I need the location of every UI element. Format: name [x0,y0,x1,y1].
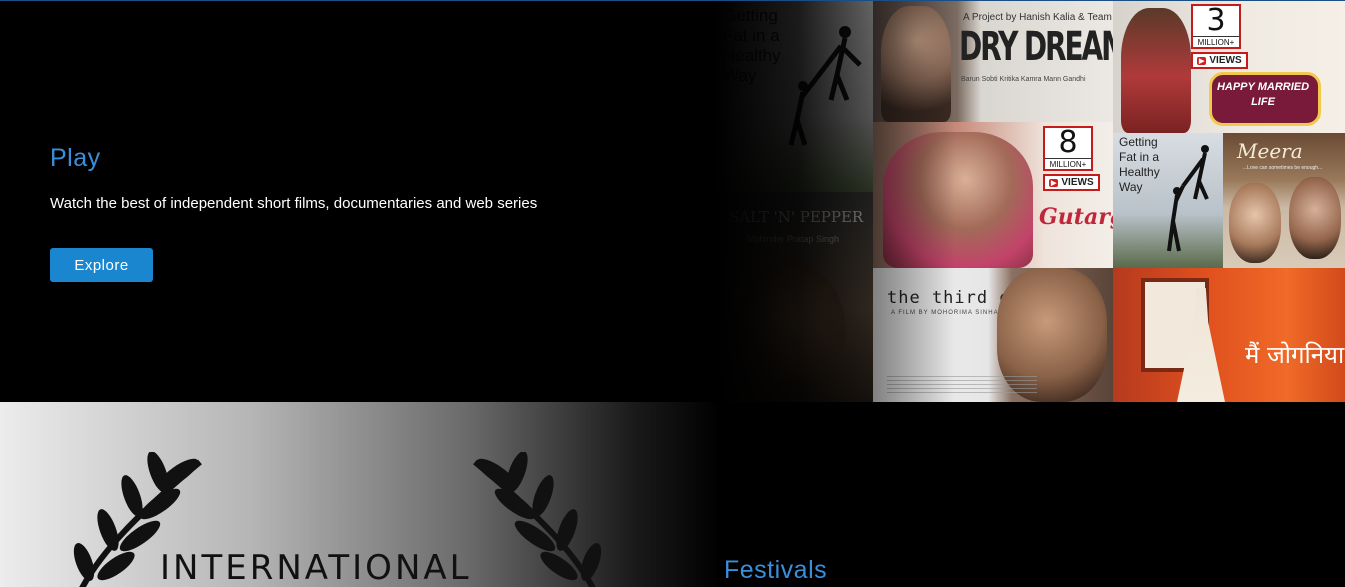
views-badge: 8 MILLION+ [1043,126,1093,171]
views-label: VIEWS [1209,55,1242,66]
poster-meera-tagline: ...Love can sometimes be enough... [1243,165,1323,171]
poster-getting-fat-small[interactable]: Getting Fat in a Healthy Way [1113,133,1223,268]
poster-getting-fat-large-title: Getting Fat in a Healthy Way [723,6,781,85]
poster-salt-n-pepper[interactable]: SALT 'N' PEPPER Mohinder Pratap Singh [715,192,873,402]
poster-the-third-eye-credit: A FILM BY MOHORIMA SINHA [891,310,999,316]
laurel-right-icon [473,452,602,587]
poster-meera-title: Meera [1237,139,1303,163]
play-section: Play Watch the best of independent short… [0,0,1345,402]
youtube-icon: ▶ [1197,57,1207,65]
poster-small-credits [887,376,1037,394]
actor-face [1289,177,1341,259]
poster-jogniya[interactable]: मैं जोगनिया [1113,268,1345,402]
explore-button[interactable]: Explore [50,248,153,282]
youtube-icon: ▶ [1049,179,1059,187]
play-title: Play [50,144,101,172]
views-label-row: ▶ VIEWS [1191,52,1248,69]
poster-happy-married-life[interactable]: 3 MILLION+ ▶ VIEWS HAPPY MARRIED LIFE [1113,0,1345,133]
face-shape [735,262,845,392]
poster-dry-dreams-cast: Barun Sobti Kritika Kamra Mann Gandhi [961,76,1086,83]
festivals-title: Festivals [724,556,828,584]
poster-getting-fat-small-title: Getting Fat in a Healthy Way [1119,135,1160,194]
figure-silhouette-icon [788,26,862,146]
poster-happy-married-life-title: HAPPY MARRIED LIFE [1216,81,1310,108]
play-description: Watch the best of independent short film… [50,195,538,212]
views-million: MILLION+ [1045,158,1091,169]
views-badge: 3 MILLION+ [1191,4,1241,49]
views-number: 3 [1206,3,1226,38]
poster-dry-dreams-title: DRY DREAMS [959,24,1113,70]
poster-dry-dreams-credit: A Project by Hanish Kalia & Team [963,12,1112,23]
poster-jogniya-title: मैं जोगनिया [1245,341,1345,369]
actress-face [1229,183,1281,263]
views-number: 8 [1058,125,1078,160]
poster-getting-fat-large[interactable]: Getting Fat in a Healthy Way [715,0,873,192]
poster-meera[interactable]: Meera ...Love can sometimes be enough... [1223,133,1345,268]
couple-shape [1121,8,1191,133]
festival-laurel-image: INTERNATIONAL [0,402,720,587]
views-million: MILLION+ [1193,36,1239,47]
poster-gutargu[interactable]: 8 MILLION+ ▶VIEWS Gutargu [873,122,1113,268]
poster-salt-n-pepper-title: SALT 'N' PEPPER [729,208,864,226]
actress-shape [881,6,951,122]
views-label-row: ▶ VIEWS [1043,174,1100,191]
poster-gutargu-title: Gutargu [1039,204,1113,230]
top-border [0,0,1345,1]
figure-silhouette-icon [1167,145,1209,252]
festivals-section: INTERNATIONAL Festivals [0,402,1345,587]
film-poster-collage: Getting Fat in a Healthy Way SALT 'N' PE… [715,0,1345,402]
poster-the-third-eye[interactable]: the third eye A FILM BY MOHORIMA SINHA [873,268,1113,402]
views-label: VIEWS [1061,177,1094,188]
festival-image-word: INTERNATIONAL [160,548,472,587]
poster-dry-dreams[interactable]: A Project by Hanish Kalia & Team DRY DRE… [873,0,1113,122]
couple-shape [883,132,1033,268]
poster-salt-n-pepper-credit: Mohinder Pratap Singh [747,234,840,244]
